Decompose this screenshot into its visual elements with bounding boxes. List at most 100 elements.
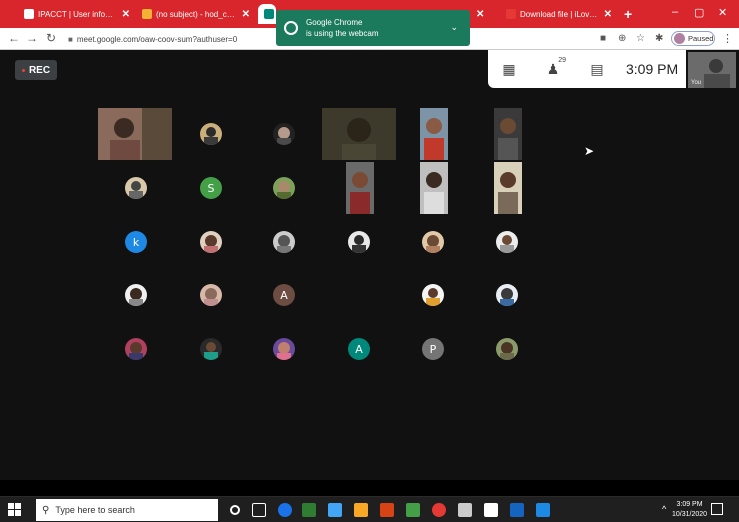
participant-photo-avatar: [200, 123, 222, 145]
participant-avatar-tile[interactable]: S: [200, 177, 222, 199]
participant-avatar-tile[interactable]: [348, 231, 370, 258]
tab-close-icon[interactable]: ✕: [242, 9, 250, 20]
tray-time: 3:09 PM: [676, 501, 703, 508]
participant-avatar-tile[interactable]: [496, 231, 518, 258]
zoom-icon[interactable]: ⊕: [618, 33, 626, 44]
participant-letter-avatar: k: [125, 231, 147, 253]
meet-stage: REC ▦ ♟ 29 ▤ 3:09 PM You S k A A P ➤: [0, 50, 739, 480]
participant-avatar-tile[interactable]: [496, 338, 518, 365]
participant-avatar-tile[interactable]: [200, 338, 222, 365]
participant-video-tile[interactable]: [346, 162, 374, 219]
grid-layout-icon[interactable]: ▦: [494, 61, 524, 78]
paint-icon[interactable]: [484, 503, 498, 517]
forward-arrow-icon[interactable]: →: [26, 31, 38, 45]
new-tab-button[interactable]: +: [624, 6, 632, 22]
participant-avatar-tile[interactable]: A: [348, 338, 370, 360]
participant-video-tile[interactable]: [98, 108, 172, 165]
participant-avatar-tile[interactable]: [273, 338, 295, 365]
mouse-pointer-icon: ➤: [584, 144, 595, 158]
participant-avatar-tile[interactable]: [125, 177, 147, 204]
participant-video-tile[interactable]: [494, 108, 522, 165]
bookmark-star-icon[interactable]: ☆: [636, 33, 645, 44]
camera-indicator-icon[interactable]: ■: [600, 33, 606, 44]
participant-video-feed: [98, 108, 172, 160]
system-clock[interactable]: 3:09 PM 10/31/2020: [672, 500, 707, 520]
participant-avatar-tile[interactable]: k: [125, 231, 147, 253]
close-window-button[interactable]: ✕: [718, 6, 727, 19]
zoom-app-icon[interactable]: [536, 503, 550, 517]
participant-photo-avatar: [200, 338, 222, 360]
participant-avatar-tile[interactable]: [200, 123, 222, 150]
participant-photo-avatar: [273, 123, 295, 145]
notification-icon[interactable]: [711, 503, 723, 515]
chrome-icon[interactable]: [432, 503, 446, 517]
tab-close-icon[interactable]: ✕: [122, 9, 130, 20]
back-arrow-icon[interactable]: ←: [8, 31, 20, 45]
participant-video-tile[interactable]: [420, 162, 448, 219]
participant-avatar-tile[interactable]: [273, 231, 295, 258]
tab-gmail[interactable]: (no subject) - hod_ce@dsec.ac ✕: [136, 4, 256, 24]
extensions-icon[interactable]: ✱: [655, 33, 663, 44]
participants-count: 29: [558, 56, 566, 64]
participant-avatar-tile[interactable]: [200, 231, 222, 258]
participant-video-tile[interactable]: [494, 162, 522, 219]
lock-icon: ■: [68, 34, 73, 44]
participants-button[interactable]: ♟ 29: [538, 57, 568, 78]
participant-avatar-tile[interactable]: [496, 284, 518, 311]
participant-letter-avatar: A: [348, 338, 370, 360]
participant-letter-avatar: P: [422, 338, 444, 360]
tab-close-icon[interactable]: ✕: [604, 9, 612, 20]
app-icon[interactable]: [406, 503, 420, 517]
participant-video-tile[interactable]: [322, 108, 396, 165]
self-view-tile[interactable]: You: [688, 52, 736, 88]
media-player-icon[interactable]: [302, 503, 316, 517]
profile-paused-button[interactable]: Paused: [671, 31, 715, 46]
participant-avatar-tile[interactable]: [422, 284, 444, 311]
toast-message: is using the webcam: [306, 29, 379, 38]
store-icon[interactable]: [458, 503, 472, 517]
word-icon[interactable]: [510, 503, 524, 517]
tab-hidden[interactable]: ✕: [470, 4, 488, 24]
participant-video-feed: [420, 108, 448, 160]
profile-status-label: Paused: [688, 34, 714, 43]
self-label: You: [691, 80, 702, 86]
mail-icon[interactable]: [328, 503, 342, 517]
cortana-icon[interactable]: [230, 505, 240, 515]
minimize-button[interactable]: –: [672, 6, 678, 18]
tab-meet[interactable]: [258, 4, 276, 24]
reload-icon[interactable]: ↻: [46, 31, 56, 45]
participant-photo-avatar: [125, 177, 147, 199]
maximize-button[interactable]: ▢: [694, 6, 704, 19]
participant-photo-avatar: [348, 231, 370, 253]
participant-photo-avatar: [422, 231, 444, 253]
chat-icon[interactable]: ▤: [582, 61, 612, 78]
windows-taskbar: ⚲ Type here to search ^ 3:09 PM 10/31/20…: [0, 496, 739, 522]
file-explorer-icon[interactable]: [354, 503, 368, 517]
tab-label: Download file | iLovePDF: [520, 9, 598, 19]
participant-avatar-tile[interactable]: [125, 338, 147, 365]
search-icon: ⚲: [42, 504, 50, 516]
powerpoint-icon[interactable]: [380, 503, 394, 517]
webcam-notification[interactable]: Google Chrome is using the webcam ⌄: [276, 10, 470, 46]
chrome-menu-icon[interactable]: ⋮: [722, 32, 733, 45]
participant-photo-avatar: [273, 231, 295, 253]
participant-avatar-tile[interactable]: [422, 231, 444, 258]
chevron-up-icon[interactable]: ^: [662, 504, 666, 514]
edge-icon[interactable]: [278, 503, 292, 517]
tab-ipacct[interactable]: IPACCT | User information port ✕: [18, 4, 136, 24]
participant-video-tile[interactable]: [420, 108, 448, 165]
tab-ilovepdf[interactable]: Download file | iLovePDF ✕: [500, 4, 618, 24]
participant-avatar-tile[interactable]: [125, 284, 147, 311]
participant-avatar-tile[interactable]: [273, 123, 295, 150]
participant-video-feed: [494, 162, 522, 214]
chevron-down-icon[interactable]: ⌄: [450, 22, 458, 33]
webcam-icon: [284, 21, 298, 35]
participant-avatar-tile[interactable]: [273, 177, 295, 204]
participant-avatar-tile[interactable]: A: [273, 284, 295, 306]
participant-avatar-tile[interactable]: P: [422, 338, 444, 360]
participant-avatar-tile[interactable]: [200, 284, 222, 311]
windows-start-icon[interactable]: [8, 503, 22, 517]
tab-close-icon[interactable]: ✕: [476, 9, 484, 20]
task-view-icon[interactable]: [252, 503, 266, 517]
taskbar-search-box[interactable]: ⚲ Type here to search: [36, 499, 218, 521]
